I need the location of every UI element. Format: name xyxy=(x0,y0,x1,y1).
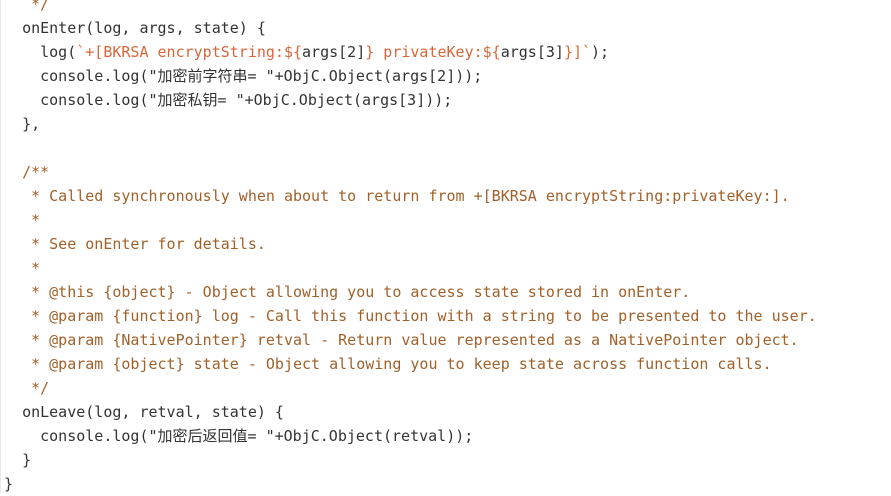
code-token-comment: * @param {function} log - Call this func… xyxy=(31,307,817,325)
code-token-plain: log( xyxy=(40,43,77,61)
code-line: * See onEnter for details. xyxy=(4,232,266,256)
code-token-comment: * xyxy=(31,259,41,277)
code-line: * xyxy=(4,208,40,232)
code-line: onEnter(log, args, state) { xyxy=(4,16,266,40)
code-token-plain: console.log("加密私钥= "+ObjC.Object(args[3]… xyxy=(40,91,453,109)
code-line: * @param {object} state - Object allowin… xyxy=(4,352,772,376)
code-token-plain: args[3] xyxy=(500,43,564,61)
code-line: console.log("加密私钥= "+ObjC.Object(args[3]… xyxy=(4,88,452,112)
code-token-comment: * Called synchronously when about to ret… xyxy=(31,187,790,205)
code-line: */ xyxy=(4,376,49,400)
code-token-plain: onLeave(log, retval, state) { xyxy=(22,403,284,421)
code-viewer: */ onEnter(log, args, state) { log(`+[BK… xyxy=(0,0,891,493)
code-line: * Called synchronously when about to ret… xyxy=(4,184,790,208)
left-edge-divider xyxy=(0,0,1,493)
code-token-comment: * @param {object} state - Object allowin… xyxy=(31,355,772,373)
code-token-template: }]` xyxy=(563,43,592,61)
code-line: /** xyxy=(4,160,49,184)
code-token-plain: } xyxy=(22,451,32,469)
code-token-plain: console.log("加密后返回值= "+ObjC.Object(retva… xyxy=(40,427,474,445)
code-token-plain: args[2] xyxy=(302,43,366,61)
code-line: * xyxy=(4,256,40,280)
code-token-template: `+[BKRSA encryptString:${ xyxy=(76,43,303,61)
code-token-comment: */ xyxy=(31,0,50,13)
code-line: }, xyxy=(4,112,40,136)
code-token-comment: */ xyxy=(31,379,50,397)
code-line: } xyxy=(4,448,31,472)
code-token-comment: * xyxy=(31,211,41,229)
code-token-plain: onEnter(log, args, state) { xyxy=(22,19,266,37)
code-token-comment: * @param {NativePointer} retval - Return… xyxy=(31,331,799,349)
code-token-plain: } xyxy=(4,475,14,493)
code-token-comment: * @this {object} - Object allowing you t… xyxy=(31,283,691,301)
code-line: log(`+[BKRSA encryptString:${args[2]} pr… xyxy=(4,40,609,64)
code-line: onLeave(log, retval, state) { xyxy=(4,400,284,424)
code-token-plain: }, xyxy=(22,115,41,133)
code-token-comment: * See onEnter for details. xyxy=(31,235,266,253)
code-line: } xyxy=(4,472,13,496)
code-line: * @this {object} - Object allowing you t… xyxy=(4,280,690,304)
code-token-plain: ); xyxy=(591,43,610,61)
code-line: console.log("加密后返回值= "+ObjC.Object(retva… xyxy=(4,424,473,448)
code-line: console.log("加密前字符串= "+ObjC.Object(args[… xyxy=(4,64,482,88)
code-token-comment: /** xyxy=(22,163,50,181)
code-line: * @param {NativePointer} retval - Return… xyxy=(4,328,799,352)
code-line: */ xyxy=(4,0,49,16)
code-line: * @param {function} log - Call this func… xyxy=(4,304,817,328)
code-token-plain: console.log("加密前字符串= "+ObjC.Object(args[… xyxy=(40,67,483,85)
code-token-template: } privateKey:${ xyxy=(365,43,501,61)
